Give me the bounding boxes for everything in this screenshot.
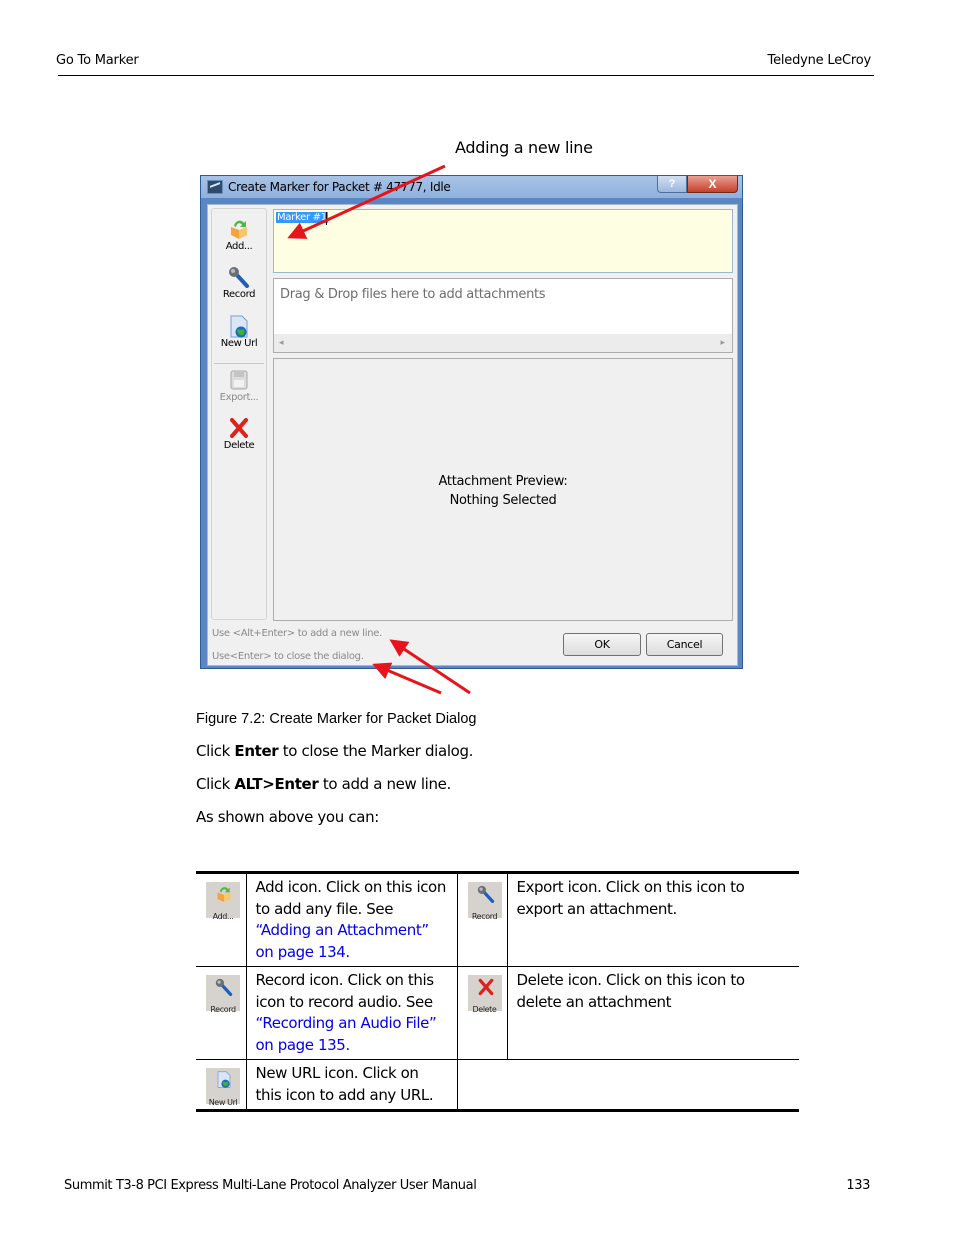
scroll-left-icon[interactable]: ◂ bbox=[279, 337, 284, 348]
header-company: Teledyne LeCroy bbox=[767, 53, 872, 68]
delete-label: Delete bbox=[223, 440, 255, 451]
create-marker-dialog: Create Marker for Packet # 47777, Idle ?… bbox=[200, 175, 743, 669]
web-page-icon bbox=[228, 315, 250, 338]
p1-suffix: to close the Marker dialog. bbox=[278, 742, 474, 760]
new-url-label: New Url bbox=[220, 338, 258, 349]
hint-close-dialog: Use<Enter> to close the dialog. bbox=[212, 651, 364, 662]
attachment-toolbar: Add... Record New Url Export... Delete bbox=[211, 208, 267, 620]
table-text-cell: Export icon. Click on this icon to expor… bbox=[506, 872, 799, 967]
delete-x-icon bbox=[228, 417, 250, 439]
table-empty-cell bbox=[456, 1058, 799, 1111]
text-caret bbox=[326, 212, 327, 225]
icon-caption: Record bbox=[210, 1004, 236, 1014]
paragraph-alt-enter: Click ALT>Enter to add a new line. bbox=[196, 775, 451, 793]
footer-manual-title: Summit T3-8 PCI Express Multi-Lane Proto… bbox=[64, 1178, 477, 1193]
paragraph-intro: As shown above you can: bbox=[196, 808, 379, 826]
preview-title: Attachment Preview: bbox=[438, 474, 568, 489]
marker-text-input[interactable]: Marker #1 bbox=[273, 209, 733, 273]
floppy-disk-icon bbox=[228, 369, 250, 391]
app-icon bbox=[207, 180, 223, 194]
p1-key: Enter bbox=[234, 742, 279, 760]
attachments-drop-zone[interactable]: Drag & Drop files here to add attachment… bbox=[273, 278, 733, 353]
preview-status: Attachment Preview: Nothing Selected bbox=[274, 472, 732, 510]
table-icon-cell: New Url bbox=[196, 1058, 247, 1111]
export-button[interactable]: Export... bbox=[212, 369, 266, 403]
dialog-client-area: Add... Record New Url Export... Delete M… bbox=[207, 204, 738, 666]
hint-new-line: Use <Alt+Enter> to add a new line. bbox=[212, 628, 382, 639]
add-description: Add icon. Click on this icon to add any … bbox=[255, 878, 447, 918]
add-icon: Add... bbox=[206, 882, 240, 921]
icon-description-table: Add... Add icon. Click on this icon to a… bbox=[196, 871, 799, 1112]
p2-key: ALT>Enter bbox=[234, 775, 319, 793]
marker-text-selection: Marker #1 bbox=[276, 212, 328, 223]
preview-empty-message: Nothing Selected bbox=[449, 493, 557, 508]
table-text-cell: Delete icon. Click on this icon to delet… bbox=[506, 965, 799, 1060]
figure-callout: Adding a new line bbox=[455, 138, 593, 157]
icon-caption: Delete bbox=[472, 1004, 497, 1014]
help-button[interactable]: ? bbox=[657, 176, 687, 193]
table-text-cell: Record icon. Click on this icon to recor… bbox=[245, 965, 458, 1060]
header-rule bbox=[58, 75, 874, 76]
paragraph-enter: Click Enter to close the Marker dialog. bbox=[196, 742, 473, 760]
export-icon: Record bbox=[467, 882, 502, 921]
icon-caption: New Url bbox=[208, 1097, 238, 1107]
drop-zone-placeholder: Drag & Drop files here to add attachment… bbox=[280, 287, 546, 302]
record-label: Record bbox=[222, 289, 256, 300]
table-row: Record Record icon. Click on this icon t… bbox=[196, 965, 799, 1060]
delete-icon: Delete bbox=[467, 974, 502, 1014]
table-row: New Url New URL icon. Click on this icon… bbox=[196, 1058, 799, 1111]
footer-page-number: 133 bbox=[846, 1178, 870, 1193]
microphone-icon bbox=[228, 266, 250, 288]
link-recording-audio[interactable]: “Recording an Audio File” on page 135. bbox=[256, 1014, 437, 1054]
table-icon-cell: Record bbox=[196, 965, 247, 1060]
arrow-to-close-hint bbox=[372, 662, 442, 695]
table-icon-cell: Add... bbox=[196, 872, 247, 967]
table-text-cell: Add icon. Click on this icon to add any … bbox=[245, 872, 458, 967]
dialog-title: Create Marker for Packet # 47777, Idle bbox=[228, 180, 451, 194]
figure-caption: Figure 7.2: Create Marker for Packet Dia… bbox=[196, 711, 477, 727]
record-description: Record icon. Click on this icon to recor… bbox=[255, 970, 435, 1011]
p2-prefix: Click bbox=[196, 775, 235, 793]
delete-button[interactable]: Delete bbox=[212, 417, 266, 451]
new-url-button[interactable]: New Url bbox=[212, 315, 266, 349]
add-label: Add... bbox=[225, 241, 253, 252]
attachment-preview-pane: Attachment Preview: Nothing Selected bbox=[273, 358, 733, 621]
p1-prefix: Click bbox=[196, 742, 235, 760]
link-adding-attachment[interactable]: “Adding an Attachment” on page 134. bbox=[256, 921, 430, 961]
new-url-icon: New Url bbox=[206, 1067, 240, 1107]
add-button[interactable]: Add... bbox=[212, 218, 266, 252]
header-section-title: Go To Marker bbox=[56, 53, 139, 68]
dialog-titlebar: Create Marker for Packet # 47777, Idle ?… bbox=[201, 176, 742, 198]
ok-button[interactable]: OK bbox=[563, 633, 641, 656]
record-icon: Record bbox=[206, 974, 240, 1014]
table-icon-cell: Delete bbox=[456, 965, 508, 1060]
cancel-button[interactable]: Cancel bbox=[646, 633, 723, 656]
table-text-cell: New URL icon. Click on this icon to add … bbox=[245, 1058, 458, 1111]
icon-caption: Add... bbox=[212, 912, 234, 921]
table-icon-cell: Record bbox=[456, 872, 508, 967]
toolbar-separator bbox=[214, 363, 264, 364]
record-button[interactable]: Record bbox=[212, 266, 266, 300]
horizontal-scrollbar[interactable]: ◂ ▸ bbox=[274, 334, 732, 352]
icon-caption: Record bbox=[471, 912, 498, 921]
export-label: Export... bbox=[219, 392, 259, 403]
scroll-right-icon[interactable]: ▸ bbox=[720, 337, 725, 348]
p2-suffix: to add a new line. bbox=[318, 775, 451, 793]
close-button[interactable]: X bbox=[687, 176, 738, 193]
table-row: Add... Add icon. Click on this icon to a… bbox=[196, 872, 799, 967]
folder-add-icon bbox=[228, 218, 250, 240]
